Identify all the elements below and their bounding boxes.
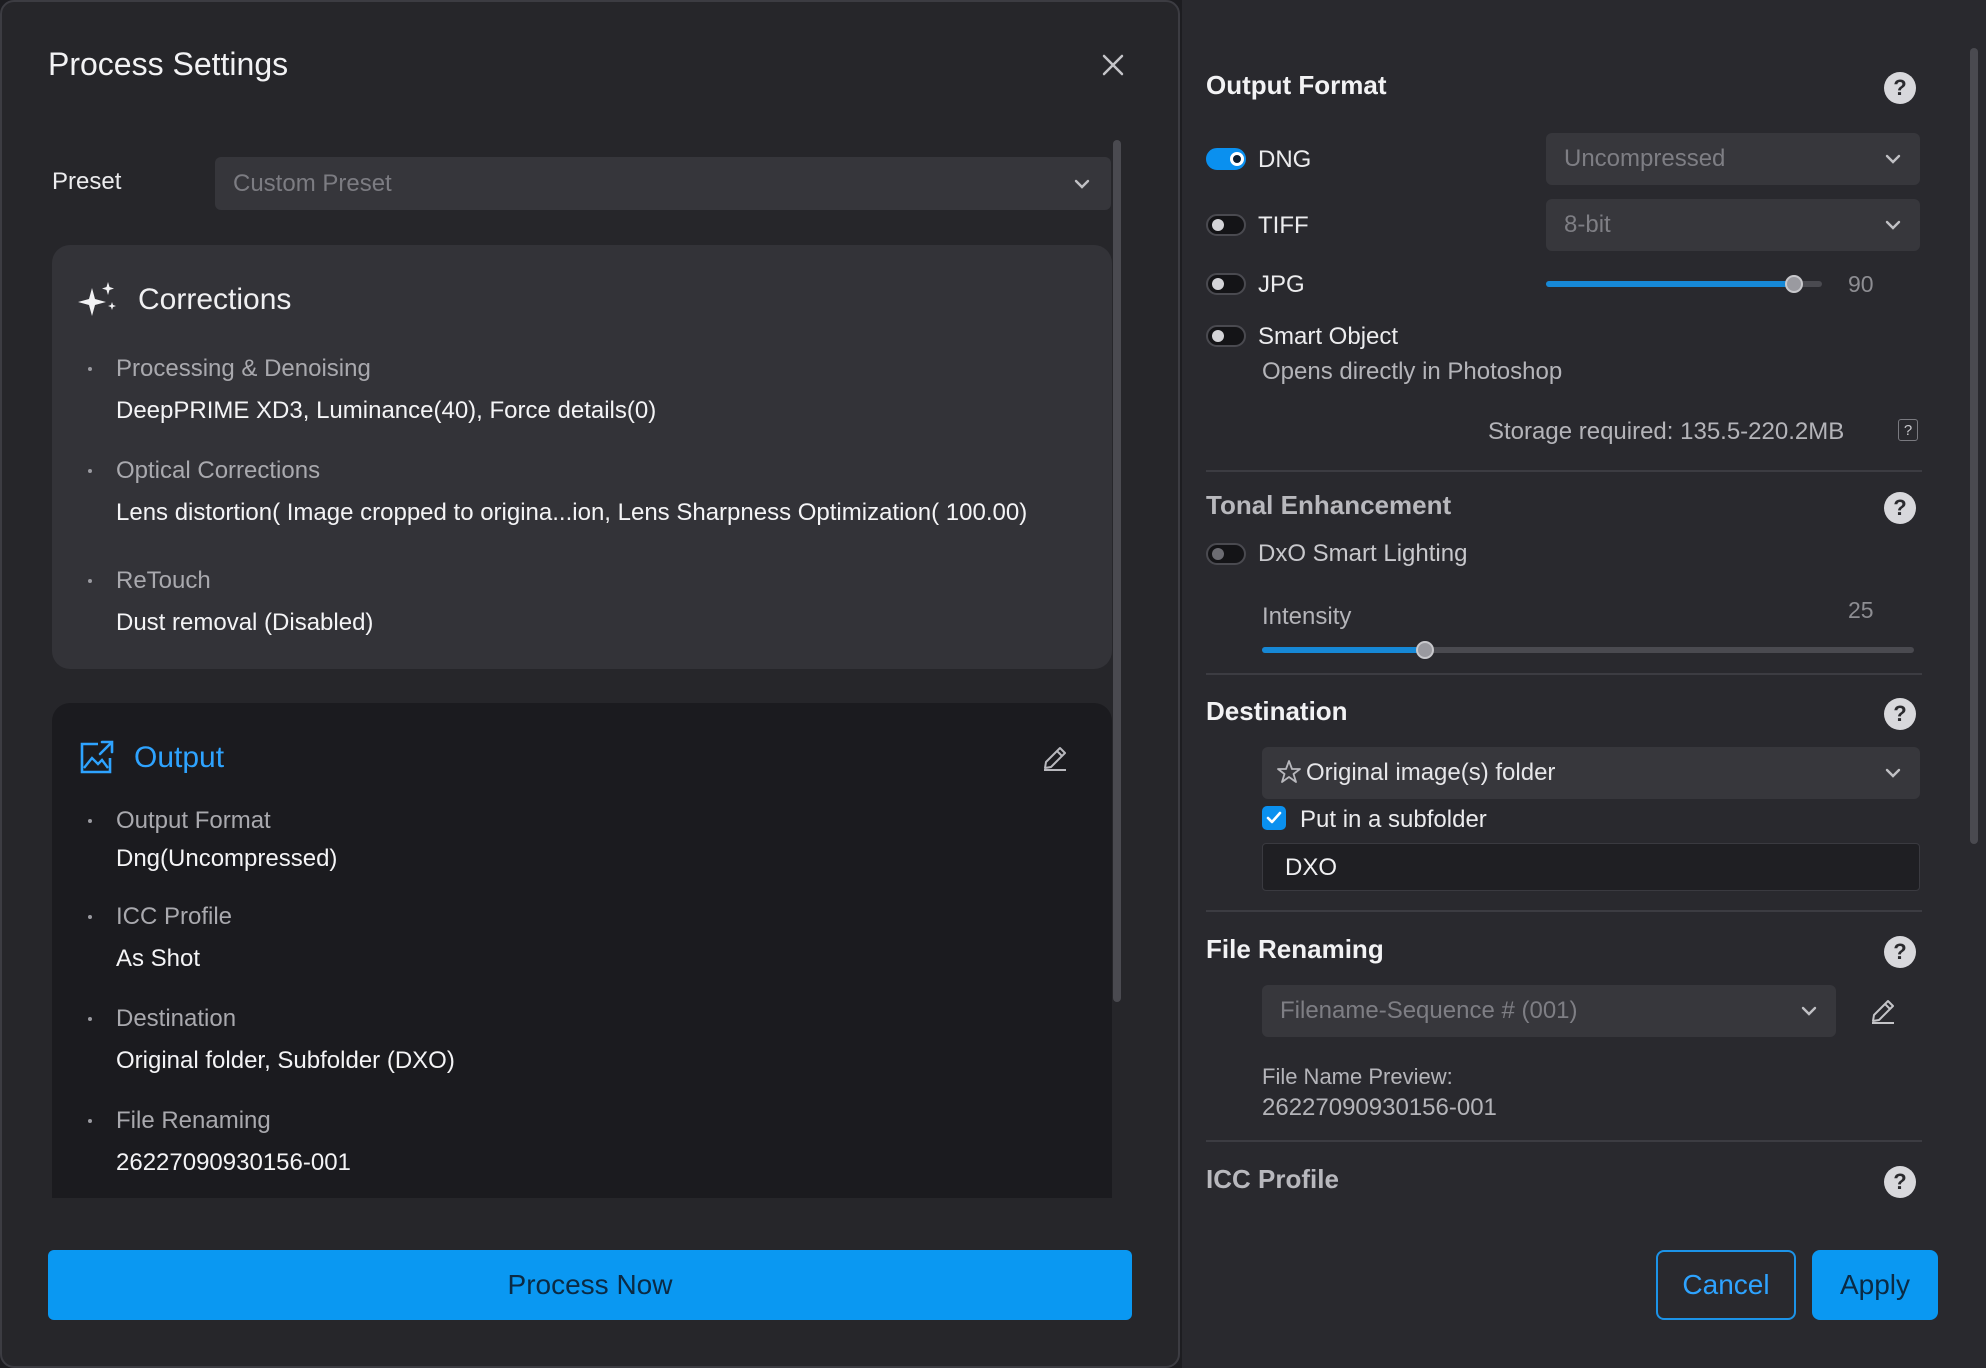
right-scrollbar[interactable]	[1970, 48, 1978, 844]
dialog-title: Process Settings	[48, 46, 289, 82]
divider	[1206, 470, 1922, 472]
destination-title: Destination	[1206, 696, 1348, 726]
help-icon[interactable]: ?	[1884, 1166, 1916, 1198]
jpg-quality-value: 90	[1848, 271, 1874, 297]
item-label: ICC Profile	[116, 903, 233, 930]
pencil-icon[interactable]	[1868, 996, 1898, 1026]
item-value: DeepPRIME XD3, Luminance(40), Force deta…	[116, 397, 657, 424]
chevron-down-icon	[1885, 768, 1901, 778]
subfolder-name-value: DXO	[1285, 854, 1338, 881]
file-name-preview-value: 26227090930156-001	[1262, 1094, 1497, 1121]
process-now-button[interactable]: Process Now	[48, 1250, 1132, 1320]
item-label: Processing & Denoising	[116, 355, 371, 382]
preset-dropdown[interactable]: Custom Preset	[215, 157, 1111, 210]
storage-required: Storage required: 135.5-220.2MB	[1488, 418, 1845, 445]
corrections-header: Corrections	[76, 275, 291, 325]
tonal-enhancement-title: Tonal Enhancement	[1206, 490, 1452, 520]
chevron-down-icon	[1885, 154, 1901, 164]
smart-object-label: Smart Object	[1258, 323, 1399, 350]
close-icon[interactable]	[1096, 48, 1130, 82]
item-value: Original folder, Subfolder (DXO)	[116, 1047, 455, 1074]
pencil-icon[interactable]	[1040, 743, 1070, 773]
intensity-slider[interactable]	[1262, 641, 1914, 659]
item-label: File Renaming	[116, 1107, 271, 1134]
item-label: Destination	[116, 1005, 237, 1032]
tiff-bitdepth-dropdown[interactable]: 8-bit	[1546, 199, 1920, 251]
tiff-bitdepth-value: 8-bit	[1564, 211, 1611, 238]
bullet	[88, 1119, 92, 1123]
bullet	[88, 915, 92, 919]
item-label: ReTouch	[116, 567, 211, 594]
help-icon[interactable]: ?	[1884, 492, 1916, 524]
divider	[1206, 1140, 1922, 1142]
intensity-value: 25	[1848, 597, 1874, 623]
preset-value: Custom Preset	[233, 170, 392, 197]
export-image-icon	[80, 740, 114, 774]
renaming-pattern-dropdown[interactable]: Filename-Sequence # (001)	[1262, 985, 1836, 1037]
jpg-toggle[interactable]	[1206, 273, 1246, 295]
file-renaming-title: File Renaming	[1206, 934, 1384, 964]
output-title: Output	[134, 741, 225, 774]
bullet	[88, 1017, 92, 1021]
star-icon	[1277, 760, 1301, 783]
tiff-toggle[interactable]	[1206, 214, 1246, 236]
slider-fill	[1262, 647, 1425, 653]
jpg-quality-slider[interactable]	[1546, 275, 1822, 293]
chevron-down-icon	[1801, 1006, 1817, 1016]
dng-label: DNG	[1258, 146, 1312, 173]
renaming-pattern-value: Filename-Sequence # (001)	[1280, 997, 1578, 1024]
file-name-preview-label: File Name Preview:	[1262, 1064, 1453, 1089]
divider	[1206, 910, 1922, 912]
intensity-label: Intensity	[1262, 603, 1352, 630]
smart-lighting-label: DxO Smart Lighting	[1258, 540, 1468, 567]
item-label: Output Format	[116, 807, 271, 834]
slider-handle[interactable]	[1416, 641, 1434, 659]
slider-handle[interactable]	[1785, 275, 1803, 293]
help-icon[interactable]: ?	[1884, 72, 1916, 104]
left-scrollbar[interactable]	[1113, 140, 1121, 1002]
cancel-button[interactable]: Cancel	[1656, 1250, 1796, 1320]
slider-fill	[1546, 281, 1794, 287]
output-format-title: Output Format	[1206, 70, 1387, 100]
apply-button[interactable]: Apply	[1812, 1250, 1938, 1320]
bullet	[88, 819, 92, 823]
destination-folder-value: Original image(s) folder	[1306, 759, 1556, 786]
checkmark-icon	[1266, 811, 1282, 824]
divider	[1206, 673, 1922, 675]
help-icon[interactable]: ?	[1884, 698, 1916, 730]
smart-object-subtitle: Opens directly in Photoshop	[1262, 358, 1563, 385]
subfolder-name-input[interactable]: DXO	[1262, 843, 1920, 891]
dng-toggle[interactable]	[1206, 148, 1246, 170]
tiff-label: TIFF	[1258, 212, 1309, 239]
subfolder-label: Put in a subfolder	[1300, 806, 1487, 833]
dng-compression-value: Uncompressed	[1564, 145, 1726, 172]
bullet	[88, 579, 92, 583]
destination-folder-dropdown[interactable]: Original image(s) folder	[1262, 747, 1920, 799]
item-label: Optical Corrections	[116, 457, 321, 484]
item-value: 26227090930156-001	[116, 1149, 351, 1176]
item-value: As Shot	[116, 945, 201, 972]
output-card: Output Output Format Dng(Uncompressed) I…	[52, 703, 1112, 1198]
bullet	[88, 469, 92, 473]
item-value: Dng(Uncompressed)	[116, 845, 338, 872]
corrections-title: Corrections	[138, 283, 292, 316]
chevron-down-icon	[1885, 220, 1901, 230]
output-header: Output	[76, 733, 224, 783]
sparkles-icon	[78, 282, 116, 316]
item-value: Lens distortion( Image cropped to origin…	[116, 499, 1028, 526]
item-value: Dust removal (Disabled)	[116, 609, 374, 636]
bullet	[88, 367, 92, 371]
smart-object-toggle[interactable]	[1206, 325, 1246, 347]
subfolder-checkbox[interactable]	[1262, 806, 1286, 830]
jpg-label: JPG	[1258, 271, 1305, 298]
dng-compression-dropdown[interactable]: Uncompressed	[1546, 133, 1920, 185]
corrections-card: Corrections Processing & Denoising DeepP…	[52, 245, 1112, 669]
icc-profile-title: ICC Profile	[1206, 1164, 1339, 1194]
chevron-down-icon	[1074, 179, 1090, 189]
storage-help-icon[interactable]: ?	[1898, 419, 1918, 441]
smart-lighting-toggle[interactable]	[1206, 543, 1246, 565]
preset-label: Preset	[52, 168, 122, 195]
help-icon[interactable]: ?	[1884, 936, 1916, 968]
